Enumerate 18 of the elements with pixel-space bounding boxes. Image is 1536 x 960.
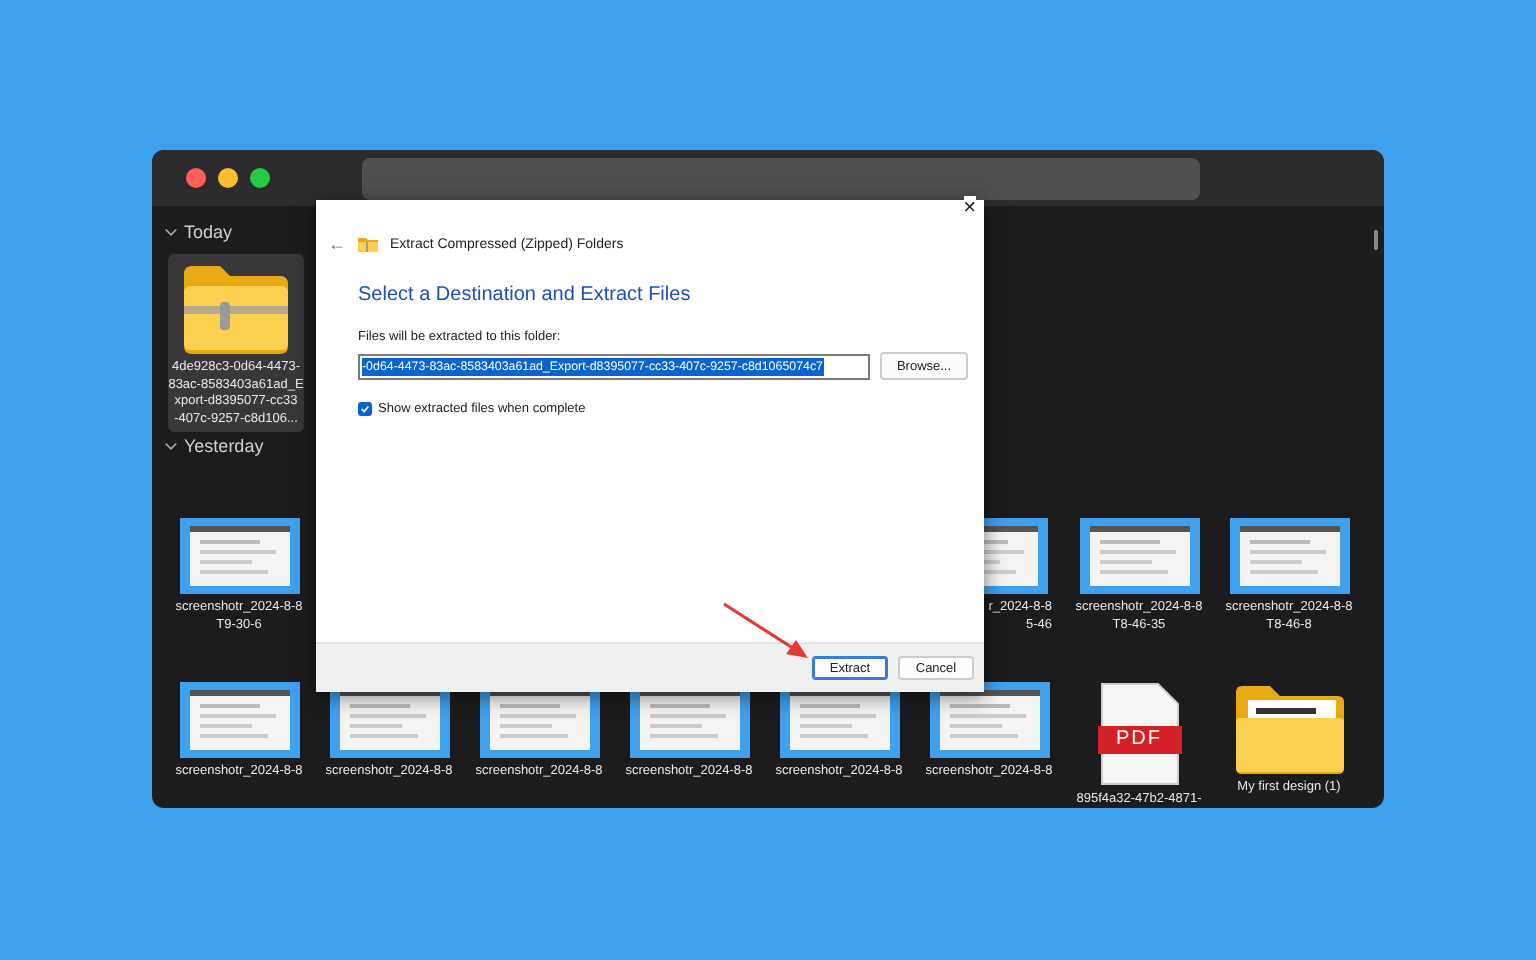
folder-icon <box>1231 682 1347 774</box>
scrollbar[interactable] <box>1374 230 1378 250</box>
screenshot-thumbnail <box>1229 518 1349 594</box>
checkbox[interactable] <box>358 402 372 416</box>
arrow-annotation <box>723 602 808 658</box>
screenshot-thumbnail <box>179 682 299 758</box>
chevron-down-icon[interactable] <box>164 225 178 239</box>
section-title: Yesterday <box>184 436 264 456</box>
pdf-file-icon <box>1097 682 1181 786</box>
zip-folder-icon <box>358 236 378 252</box>
chevron-down-icon[interactable] <box>164 439 178 453</box>
screenshot-thumbnail <box>1079 518 1199 594</box>
dialog-heading: Select a Destination and Extract Files <box>358 284 693 306</box>
pdf-label: PDF <box>1114 726 1164 754</box>
back-button[interactable]: ← <box>328 234 346 254</box>
screenshot-thumbnail <box>179 518 299 594</box>
section-title: Today <box>184 222 233 242</box>
zip-folder-icon <box>180 262 292 354</box>
